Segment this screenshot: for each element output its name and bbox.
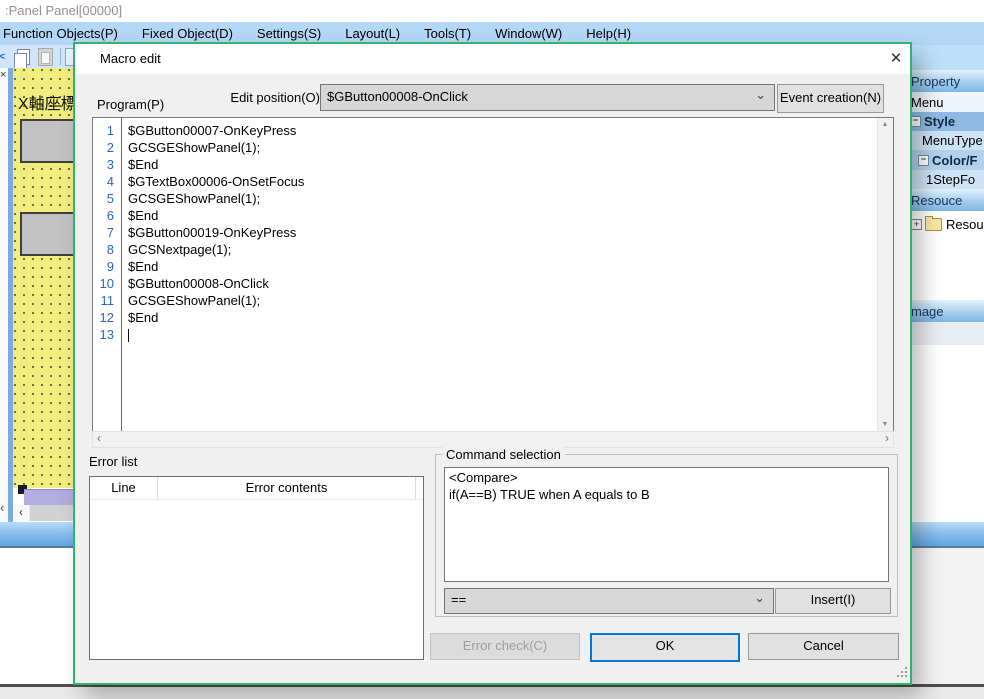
scrollbar-thumb[interactable] xyxy=(30,505,73,521)
toolbar: ✂ xyxy=(0,45,80,69)
close-icon[interactable]: ✕ xyxy=(885,48,907,70)
image-panel-header[interactable]: mage xyxy=(908,300,984,322)
cut-icon[interactable]: ✂ xyxy=(0,47,6,67)
folder-icon xyxy=(925,218,942,231)
cancel-button[interactable]: Cancel xyxy=(748,633,899,660)
editor-vscrollbar[interactable]: ▲ ▼ xyxy=(877,118,893,431)
canvas-button-object[interactable] xyxy=(20,212,73,256)
error-check-button: Error check(C) xyxy=(430,633,580,660)
scroll-down-icon[interactable]: ▼ xyxy=(878,421,892,428)
error-list[interactable]: Line Error contents xyxy=(89,476,424,660)
expand-icon[interactable]: + xyxy=(911,219,922,230)
text-caret xyxy=(128,329,129,342)
program-label: Program(P) xyxy=(97,97,164,112)
outer-scroll-left-icon[interactable]: ‹ xyxy=(0,500,4,515)
pane-close-icon[interactable]: × xyxy=(0,70,6,81)
code-line[interactable]: GCSNextpage(1); xyxy=(128,241,878,258)
code-line[interactable]: GCSGEShowPanel(1); xyxy=(128,190,878,207)
image-panel-body xyxy=(908,345,984,522)
toolbar-separator xyxy=(60,48,61,65)
lower-left-white xyxy=(0,548,73,684)
chevron-down-icon[interactable]: ⌄ xyxy=(755,84,766,106)
image-panel-subrow xyxy=(908,322,984,345)
operator-combobox[interactable]: == ⌄ xyxy=(444,588,774,614)
menu-window[interactable]: Window(W) xyxy=(483,26,574,41)
screen: :Panel Panel[00000] Function Objects(P) … xyxy=(0,0,984,699)
code-line[interactable]: $End xyxy=(128,207,878,224)
right-dock-panel: Property Menu − Style MenuType − Color/F… xyxy=(908,45,984,522)
property-item-menutype[interactable]: MenuType xyxy=(908,131,984,150)
insert-button[interactable]: Insert(I) xyxy=(775,588,891,614)
window-title: :Panel Panel[00000] xyxy=(5,3,122,18)
canvas-text-label: X軸座標 xyxy=(18,90,73,114)
property-item-style[interactable]: − Style xyxy=(908,112,984,131)
editor-hscrollbar[interactable]: ‹ › xyxy=(92,431,894,448)
resize-grip[interactable] xyxy=(897,667,907,677)
scroll-up-icon[interactable]: ▲ xyxy=(878,121,892,128)
code-line[interactable]: GCSGEShowPanel(1); xyxy=(128,292,878,309)
code-line[interactable]: $End xyxy=(128,156,878,173)
panel-design-canvas[interactable]: X軸座標 xyxy=(13,68,73,488)
status-bar xyxy=(0,687,984,699)
line-number-gutter: 1 2 3 4 5 6 7 8 9 10 11 12 13 xyxy=(93,118,121,431)
ok-button[interactable]: OK xyxy=(590,633,740,662)
col-spacer xyxy=(416,477,423,499)
code-line[interactable]: $GButton00007-OnKeyPress xyxy=(128,122,878,139)
scroll-left-icon[interactable]: ‹ xyxy=(13,505,29,521)
edit-position-value: $GButton00008-OnClick xyxy=(327,89,468,104)
code-line[interactable]: $GButton00008-OnClick xyxy=(128,275,878,292)
menu-layout[interactable]: Layout(L) xyxy=(333,26,412,41)
copy-icon[interactable] xyxy=(17,49,30,65)
property-item-1step[interactable]: 1StepFo xyxy=(908,170,984,189)
code-line[interactable] xyxy=(128,326,878,343)
col-error-contents[interactable]: Error contents xyxy=(158,477,416,499)
command-selection-group: Command selection <Compare> if(A==B) TRU… xyxy=(435,454,898,617)
scroll-left-icon[interactable]: ‹ xyxy=(97,432,101,445)
code-line[interactable]: $End xyxy=(128,258,878,275)
col-line[interactable]: Line xyxy=(90,477,158,499)
macro-code-editor[interactable]: 1 2 3 4 5 6 7 8 9 10 11 12 13 $GButton00… xyxy=(92,117,894,432)
operator-value: == xyxy=(451,592,466,607)
menu-function-objects[interactable]: Function Objects(P) xyxy=(0,26,130,41)
error-list-header: Line Error contents xyxy=(90,477,423,500)
code-line[interactable]: $End xyxy=(128,309,878,326)
menu-fixed-object[interactable]: Fixed Object(D) xyxy=(130,26,245,41)
edit-position-label: Edit position(O) xyxy=(175,90,320,105)
code-line[interactable]: $GTextBox00006-OnSetFocus xyxy=(128,173,878,190)
resource-tree-item[interactable]: + Resou xyxy=(908,215,984,233)
code-text-area[interactable]: $GButton00007-OnKeyPress GCSGEShowPanel(… xyxy=(121,118,878,431)
property-panel-header[interactable]: Property xyxy=(908,70,984,92)
scroll-right-icon[interactable]: › xyxy=(885,432,889,445)
command-help-text: if(A==B) TRUE when A equals to B xyxy=(449,486,884,503)
menu-settings[interactable]: Settings(S) xyxy=(245,26,333,41)
collapse-icon[interactable]: − xyxy=(918,155,929,166)
menu-tools[interactable]: Tools(T) xyxy=(412,26,483,41)
property-item-colorf[interactable]: − Color/F xyxy=(908,150,984,170)
code-line[interactable]: $GButton00019-OnKeyPress xyxy=(128,224,878,241)
canvas-button-object[interactable] xyxy=(20,119,73,163)
menu-help[interactable]: Help(H) xyxy=(574,26,643,41)
edit-position-combobox[interactable]: $GButton00008-OnClick ⌄ xyxy=(320,84,775,111)
paste-icon[interactable] xyxy=(38,48,53,66)
left-edge-strip xyxy=(0,68,8,522)
dialog-title: Macro edit xyxy=(100,44,161,74)
command-description-box[interactable]: <Compare> if(A==B) TRUE when A equals to… xyxy=(444,467,889,582)
macro-edit-dialog: Macro edit ✕ Program(P) Edit position(O)… xyxy=(73,42,912,685)
event-creation-button[interactable]: Event creation(N) xyxy=(777,84,884,113)
canvas-hscrollbar[interactable]: ‹ xyxy=(13,505,73,521)
property-item-menu[interactable]: Menu xyxy=(908,92,984,112)
dialog-titlebar[interactable]: Macro edit ✕ xyxy=(75,44,910,74)
error-list-label: Error list xyxy=(89,454,137,469)
code-line[interactable]: GCSGEShowPanel(1); xyxy=(128,139,878,156)
command-selection-label: Command selection xyxy=(442,447,565,462)
command-name: <Compare> xyxy=(449,469,884,486)
resource-panel-header[interactable]: Resouce xyxy=(908,189,984,211)
chevron-down-icon[interactable]: ⌄ xyxy=(754,588,765,609)
canvas-lavender-object[interactable] xyxy=(24,489,73,505)
